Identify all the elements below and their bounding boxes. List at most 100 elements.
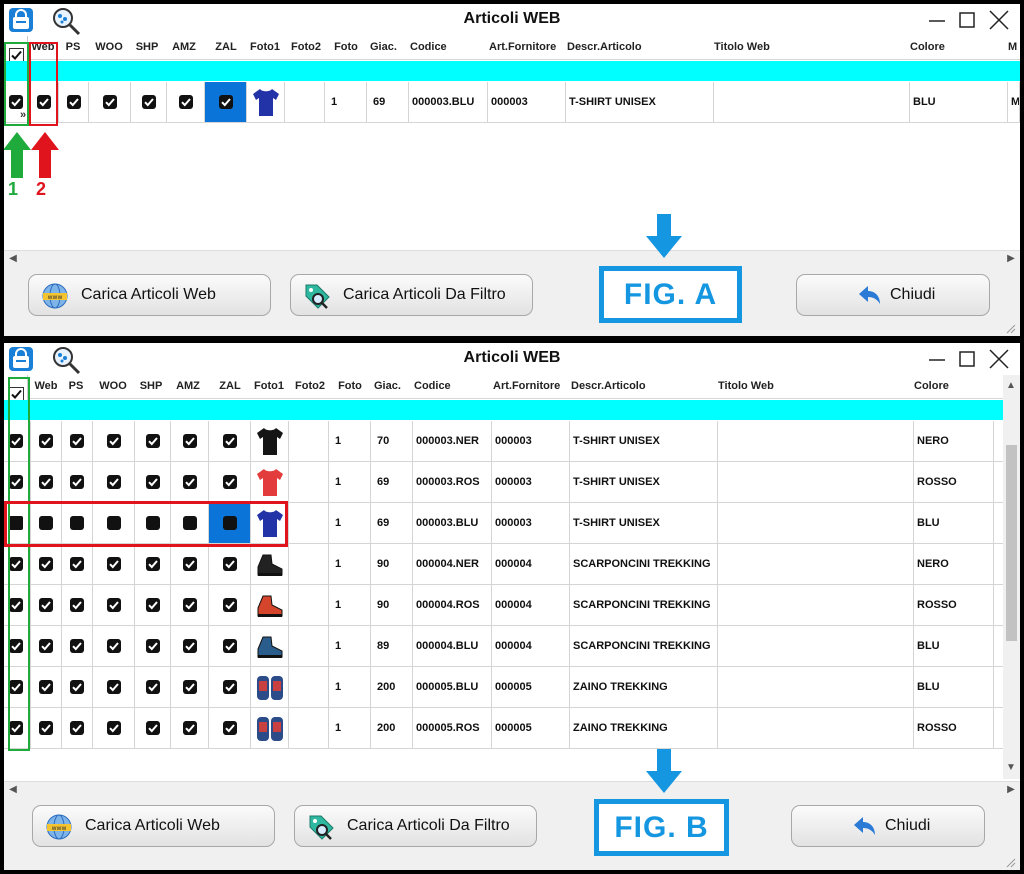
col-foto2[interactable]: Foto2 — [286, 36, 326, 60]
scroll-down-icon[interactable]: ▼ — [1004, 761, 1018, 775]
checkbox-icon[interactable] — [145, 475, 160, 489]
checkbox-woo[interactable] — [93, 708, 135, 748]
cell-colore[interactable]: NERO — [914, 421, 994, 461]
table-row[interactable]: 1 200 000005.ROS 000005 ZAINO TREKKING ROSSO — [4, 708, 1020, 749]
table-row[interactable]: 1 70 000003.NER 000003 T-SHIRT UNISEX NERO — [4, 421, 1020, 462]
cell-art-fornitore[interactable]: 000005 — [492, 708, 570, 748]
close-icon[interactable] — [988, 9, 1010, 31]
chiudi-button[interactable]: Chiudi — [796, 274, 990, 316]
checkbox-icon[interactable] — [70, 475, 84, 489]
checkbox-icon[interactable] — [70, 557, 84, 571]
checkbox-icon[interactable] — [222, 557, 237, 571]
table-row[interactable]: 1 89 000004.BLU 000004 SCARPONCINI TREKKING B… — [4, 626, 1020, 667]
col-giac[interactable]: Giac. — [370, 36, 408, 60]
checkbox-icon[interactable] — [145, 434, 160, 448]
checkbox-zal[interactable] — [209, 544, 251, 584]
cell-foto[interactable]: 1 — [329, 503, 371, 543]
col-foto[interactable]: Foto — [331, 375, 369, 399]
checkbox-icon[interactable] — [39, 434, 53, 448]
col-m[interactable]: M — [1008, 36, 1020, 60]
cell-titolo-web[interactable] — [718, 626, 914, 666]
cell-descrizione[interactable]: T-SHIRT UNISEX — [570, 462, 718, 502]
checkbox-shp[interactable] — [135, 421, 171, 461]
checkbox-amz[interactable] — [171, 462, 209, 502]
col-zal[interactable]: ZAL — [213, 375, 247, 399]
checkbox-zal[interactable] — [209, 708, 251, 748]
cell-titolo-web[interactable] — [718, 503, 914, 543]
checkbox-amz[interactable] — [167, 82, 205, 122]
table-row[interactable]: 1 69 000003.ROS 000003 T-SHIRT UNISEX ROSSO — [4, 462, 1020, 503]
checkbox-icon[interactable] — [222, 680, 237, 694]
checkbox-shp[interactable] — [135, 544, 171, 584]
col-shp[interactable]: SHP — [132, 36, 162, 60]
checkbox-shp[interactable] — [135, 708, 171, 748]
checkbox-woo[interactable] — [93, 667, 135, 707]
table-row[interactable]: 1 90 000004.ROS 000004 SCARPONCINI TREKKING R… — [4, 585, 1020, 626]
minimize-icon[interactable] — [926, 348, 948, 370]
resize-grip-icon[interactable] — [1004, 322, 1016, 334]
checkbox-icon[interactable] — [182, 475, 197, 489]
cell-colore[interactable]: BLU — [914, 667, 994, 707]
checkbox-zal[interactable] — [209, 462, 251, 502]
cell-descrizione[interactable]: ZAINO TREKKING — [570, 667, 718, 707]
scroll-left-icon[interactable]: ◀ — [6, 783, 20, 797]
checkbox-ps[interactable] — [62, 708, 93, 748]
checkbox-amz[interactable] — [171, 626, 209, 666]
horizontal-scrollbar[interactable]: ◀ ▶ — [4, 250, 1020, 266]
cell-art-fornitore[interactable]: 000004 — [492, 626, 570, 666]
cell-foto[interactable]: 1 — [329, 421, 371, 461]
cell-codice[interactable]: 000003.BLU — [413, 503, 492, 543]
col-amz[interactable]: AMZ — [171, 375, 205, 399]
cell-foto[interactable]: 1 — [329, 585, 371, 625]
checkbox-ps[interactable] — [62, 585, 93, 625]
checkbox-woo[interactable] — [93, 585, 135, 625]
cell-giacenza[interactable]: 200 — [371, 708, 413, 748]
col-art-fornitore[interactable]: Art.Fornitore — [489, 36, 565, 60]
carica-articoli-filtro-button[interactable]: Carica Articoli Da Filtro — [294, 805, 537, 847]
cell-giacenza[interactable]: 69 — [371, 503, 413, 543]
checkbox-woo[interactable] — [93, 421, 135, 461]
cell-giacenza[interactable]: 90 — [371, 585, 413, 625]
checkbox-icon[interactable] — [106, 598, 121, 612]
checkbox-icon[interactable] — [106, 680, 121, 694]
cell-art-fornitore[interactable]: 000003 — [492, 421, 570, 461]
carica-articoli-web-button[interactable]: www Carica Articoli Web — [32, 805, 275, 847]
cell-foto[interactable]: 1 — [329, 626, 371, 666]
checkbox-icon[interactable] — [182, 721, 197, 735]
col-descr[interactable]: Descr.Articolo — [567, 36, 713, 60]
close-icon[interactable] — [988, 348, 1010, 370]
checkbox-web[interactable] — [31, 626, 62, 666]
checkbox-icon[interactable] — [39, 475, 53, 489]
checkbox-icon[interactable] — [145, 557, 160, 571]
cell-art-fornitore[interactable]: 000004 — [492, 544, 570, 584]
scroll-right-icon[interactable]: ▶ — [1004, 783, 1018, 797]
checkbox-icon[interactable] — [39, 598, 53, 612]
cell-codice[interactable]: 000003.BLU — [409, 82, 488, 122]
cell-codice[interactable]: 000005.ROS — [413, 708, 492, 748]
col-web[interactable]: Web — [32, 375, 60, 399]
checkbox-shp[interactable] — [135, 462, 171, 502]
checkbox-shp[interactable] — [131, 82, 167, 122]
checkbox-icon[interactable] — [178, 95, 193, 109]
checkbox-web[interactable] — [31, 544, 62, 584]
checkbox-icon[interactable] — [141, 95, 156, 109]
col-colore[interactable]: Colore — [910, 36, 1006, 60]
checkbox-woo[interactable] — [93, 626, 135, 666]
cell-descrizione[interactable]: ZAINO TREKKING — [570, 708, 718, 748]
col-colore[interactable]: Colore — [914, 375, 994, 399]
checkbox-ps[interactable] — [62, 544, 93, 584]
cell-colore[interactable]: ROSSO — [914, 585, 994, 625]
col-titolo[interactable]: Titolo Web — [718, 375, 908, 399]
checkbox-web[interactable] — [31, 462, 62, 502]
cell-art-fornitore[interactable]: 000003 — [492, 503, 570, 543]
cell-foto[interactable]: 1 — [329, 462, 371, 502]
cell-descrizione[interactable]: T-SHIRT UNISEX — [570, 421, 718, 461]
cell-codice[interactable]: 000005.BLU — [413, 667, 492, 707]
cell-titolo-web[interactable] — [718, 585, 914, 625]
col-descr[interactable]: Descr.Articolo — [571, 375, 717, 399]
checkbox-icon[interactable] — [182, 680, 197, 694]
table-row[interactable]: 1 90 000004.NER 000004 SCARPONCINI TREKKING N… — [4, 544, 1020, 585]
col-codice[interactable]: Codice — [414, 375, 492, 399]
cell-giacenza[interactable]: 70 — [371, 421, 413, 461]
checkbox-icon[interactable] — [70, 639, 84, 653]
